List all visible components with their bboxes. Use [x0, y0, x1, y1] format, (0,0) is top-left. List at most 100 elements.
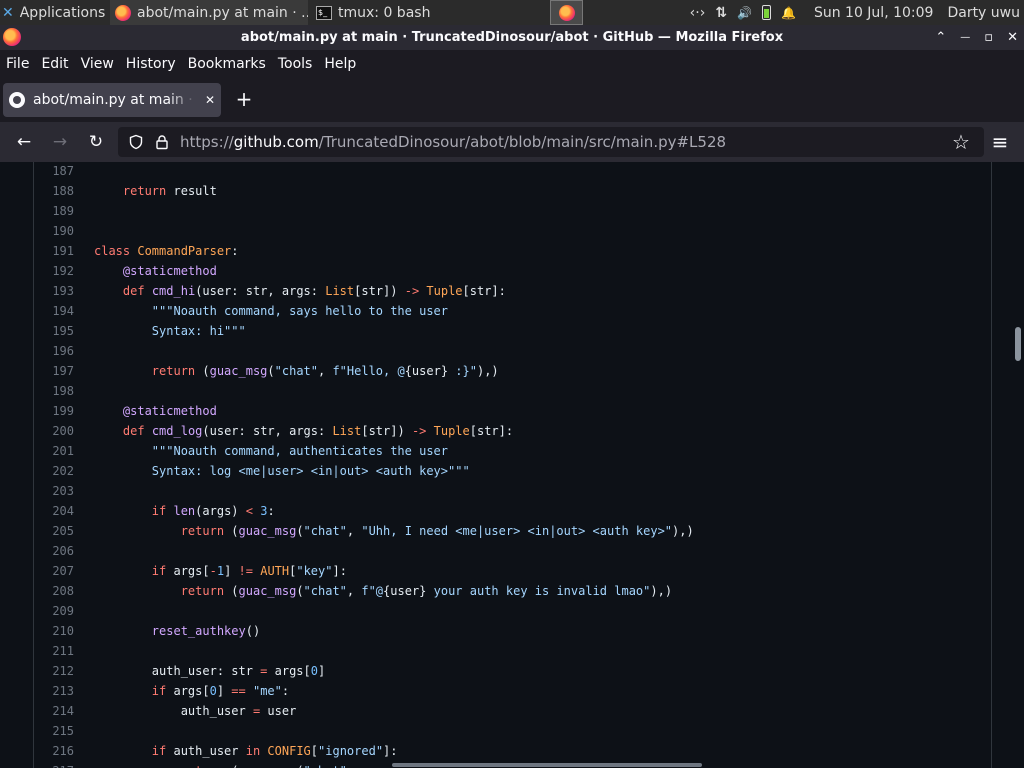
line-number[interactable]: 211 [34, 641, 74, 661]
tab-github-main-py[interactable]: abot/main.py at main · TruncatedDinosour… [3, 83, 221, 117]
line-number[interactable]: 210 [34, 621, 74, 641]
line-number[interactable]: 200 [34, 421, 74, 441]
code-line: 197 return (guac_msg("chat", f"Hello, @{… [34, 361, 694, 381]
page-scrollbar-thumb[interactable] [1015, 327, 1021, 361]
line-number[interactable]: 192 [34, 261, 74, 281]
transfer-icon[interactable]: ⇅ [715, 5, 727, 21]
notification-bell-icon[interactable]: 🔔 [781, 6, 796, 20]
code-token: """Noauth command, says hello to the use… [151, 304, 449, 318]
forward-button[interactable]: → [48, 130, 72, 154]
firefox-icon [115, 4, 131, 21]
minimize-button[interactable]: ⌃ [935, 30, 946, 45]
menu-history[interactable]: History [120, 56, 182, 72]
line-number[interactable]: 215 [34, 721, 74, 741]
line-number[interactable]: 197 [34, 361, 74, 381]
url-bar[interactable]: https://github.com/TruncatedDinosour/abo… [118, 127, 984, 157]
line-number[interactable]: 209 [34, 601, 74, 621]
close-window-button[interactable]: ✕ [1007, 30, 1018, 45]
line-number[interactable]: 203 [34, 481, 74, 501]
line-number[interactable]: 191 [34, 241, 74, 261]
code-line: 216 if auth_user in CONFIG["ignored"]: [34, 741, 694, 761]
line-number[interactable]: 212 [34, 661, 74, 681]
taskbar-tmux-label: tmux: 0 bash [338, 4, 431, 21]
code-token: guac_msg [238, 524, 297, 538]
menu-help[interactable]: Help [318, 56, 362, 72]
app-menu-button[interactable]: ≡ [988, 130, 1012, 154]
code-line: 191 class CommandParser: [34, 241, 694, 261]
line-number[interactable]: 199 [34, 401, 74, 421]
code-line: 198 [34, 381, 694, 401]
clock[interactable]: Sun 10 Jul, 10:09 [814, 5, 934, 21]
workspace-switcher[interactable] [550, 0, 583, 25]
restore-button[interactable]: ▫ [984, 30, 993, 45]
terminal-icon: $_ [316, 5, 332, 20]
code-token: List [332, 424, 362, 438]
code-line: 203 [34, 481, 694, 501]
line-number[interactable]: 189 [34, 201, 74, 221]
code-token: cmd_log [151, 424, 203, 438]
line-number[interactable]: 190 [34, 221, 74, 241]
code-token: 0 [209, 684, 217, 698]
menu-edit[interactable]: Edit [35, 56, 74, 72]
line-number[interactable]: 188 [34, 181, 74, 201]
code-line: 215 [34, 721, 694, 741]
volume-icon[interactable]: 🔊 [737, 6, 752, 20]
line-number[interactable]: 202 [34, 461, 74, 481]
line-number[interactable]: 214 [34, 701, 74, 721]
line-number[interactable]: 208 [34, 581, 74, 601]
line-number[interactable]: 216 [34, 741, 74, 761]
code-token: [str]: [469, 424, 514, 438]
line-number[interactable]: 194 [34, 301, 74, 321]
page-scrollbar[interactable] [1012, 162, 1024, 768]
applications-menu-button[interactable]: ✕ Applications [2, 0, 108, 25]
menu-tools[interactable]: Tools [272, 56, 319, 72]
new-tab-button[interactable]: + [234, 87, 254, 111]
horizontal-scrollbar[interactable] [392, 763, 702, 767]
code-token: "chat" [304, 764, 347, 768]
battery-icon[interactable] [762, 5, 771, 20]
line-number[interactable]: 201 [34, 441, 74, 461]
back-button[interactable]: ← [12, 130, 36, 154]
bookmark-star-icon[interactable]: ☆ [949, 130, 973, 154]
code-token: != [238, 564, 253, 578]
code-token: ] [224, 564, 239, 578]
line-number[interactable]: 217 [34, 761, 74, 768]
menu-file[interactable]: File [0, 56, 35, 72]
system-tray: ‹·› ⇅ 🔊 🔔 Sun 10 Jul, 10:09 Darty uwu [690, 0, 1024, 25]
line-number[interactable]: 204 [34, 501, 74, 521]
close-tab-icon[interactable]: ✕ [205, 93, 215, 107]
menu-bookmarks[interactable]: Bookmarks [182, 56, 272, 72]
code-token: "key" [296, 564, 333, 578]
line-number[interactable]: 195 [34, 321, 74, 341]
network-icon[interactable]: ‹·› [690, 5, 706, 21]
line-number[interactable]: 206 [34, 541, 74, 561]
line-number[interactable]: 196 [34, 341, 74, 361]
reload-button[interactable]: ↻ [84, 130, 108, 154]
line-number[interactable]: 198 [34, 381, 74, 401]
maximize-button[interactable]: — [960, 32, 970, 43]
window-titlebar[interactable]: abot/main.py at main · TruncatedDinosour… [0, 25, 1024, 50]
taskbar-firefox-button[interactable]: abot/main.py at main · ... [110, 0, 308, 25]
line-number[interactable]: 207 [34, 561, 74, 581]
shield-icon[interactable] [128, 134, 144, 150]
line-number[interactable]: 213 [34, 681, 74, 701]
user-name[interactable]: Darty uwu [947, 5, 1020, 21]
menu-bar: File Edit View History Bookmarks Tools H… [0, 50, 1024, 78]
url-prefix: https:// [180, 133, 234, 151]
line-number[interactable]: 205 [34, 521, 74, 541]
lock-icon[interactable] [154, 134, 170, 150]
menu-view[interactable]: View [75, 56, 120, 72]
line-number[interactable]: 187 [34, 162, 74, 181]
taskbar-tmux-button[interactable]: $_ tmux: 0 bash [312, 0, 508, 25]
code-line: 210 reset_authkey() [34, 621, 694, 641]
line-number[interactable]: 193 [34, 281, 74, 301]
